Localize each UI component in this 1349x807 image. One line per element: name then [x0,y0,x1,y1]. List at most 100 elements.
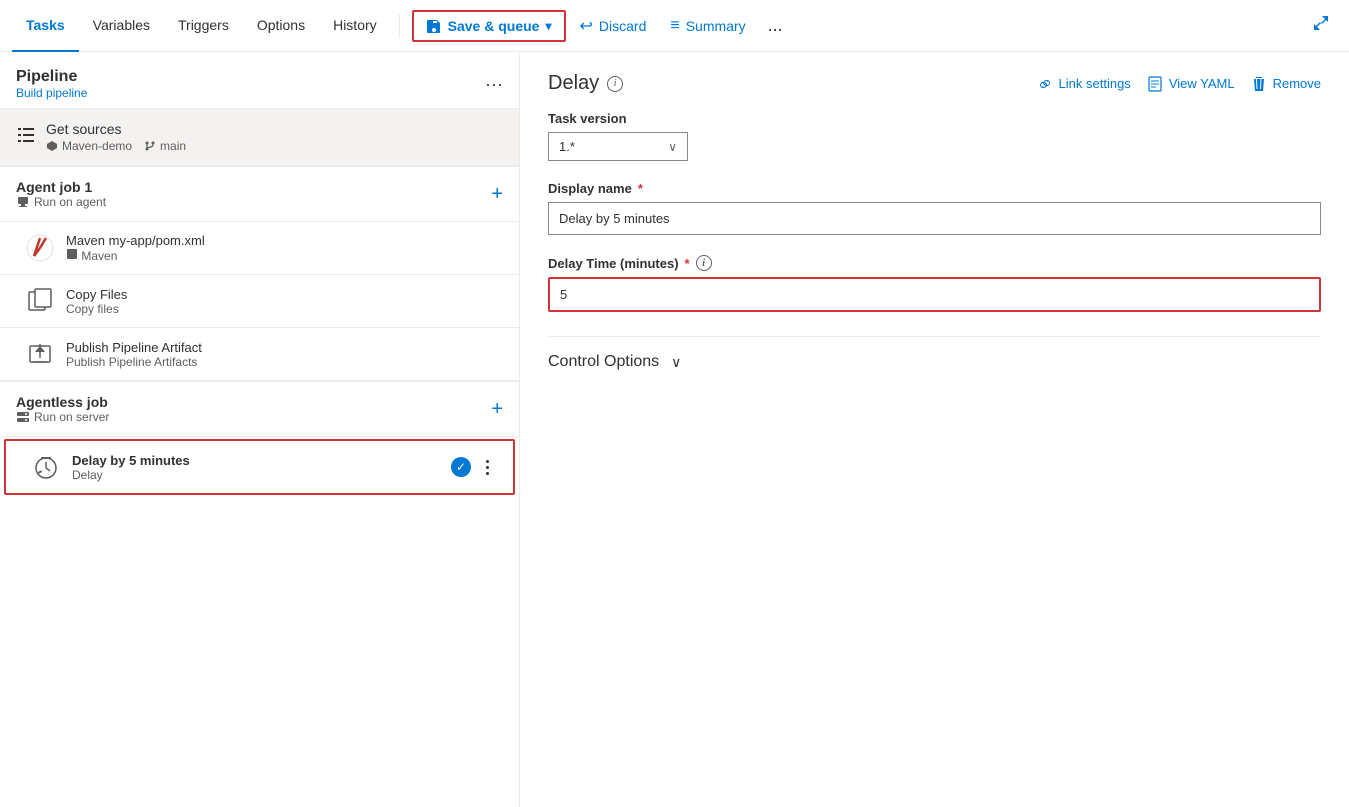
task-title-info-icon[interactable]: i [607,76,623,92]
add-task-agent-job-1-button[interactable]: + [491,183,503,206]
list-icon [16,125,36,150]
delay-time-info-icon[interactable]: i [696,255,712,271]
copy-files-task-name: Copy Files [66,287,503,302]
nav-divider [399,14,400,38]
detail-task-actions: Link settings View YAML Remove [1037,76,1321,92]
control-options-label: Control Options [548,353,659,371]
discard-button[interactable]: ↩ Discard [570,10,657,42]
agent-job-1-header: Agent job 1 Run on agent + [0,167,519,222]
delay-task-info: Delay by 5 minutes Delay [72,453,441,482]
get-sources-name: Get sources [46,121,503,137]
display-name-label: Display name * [548,181,1321,196]
agentless-job-name: Agentless job [16,394,109,410]
more-options-button[interactable]: ... [760,9,791,42]
detail-header-row: Delay i Link settings [548,72,1321,95]
publish-artifact-task-name: Publish Pipeline Artifact [66,340,503,355]
agentless-job-header: Agentless job Run on server + [0,382,519,437]
save-icon [426,18,442,34]
display-name-required: * [638,181,643,196]
control-options-row[interactable]: Control Options ∨ [548,336,1321,371]
delay-task-item[interactable]: Delay by 5 minutes Delay ✓ [4,439,515,495]
maven-sub-icon [66,248,78,260]
repo-meta: Maven-demo [46,139,132,153]
tab-history[interactable]: History [319,0,391,52]
get-sources-meta: Maven-demo main [46,139,503,153]
plus-icon: + [491,183,503,205]
link-icon [1037,76,1053,92]
agentless-job-sub: Run on server [16,410,109,424]
delay-time-input[interactable] [548,277,1321,312]
tab-variables[interactable]: Variables [79,0,164,52]
top-nav: Tasks Variables Triggers Options History… [0,0,1349,52]
display-name-input[interactable] [548,202,1321,235]
agent-job-1-info: Agent job 1 Run on agent [16,179,106,209]
task-version-row: Task version 1.* ∨ [548,111,1321,161]
remove-button[interactable]: Remove [1251,76,1321,92]
maven-task-sub: Maven [66,248,503,263]
plus-icon-2: + [491,398,503,420]
copy-files-task-icon [24,285,56,317]
delay-task-icon [30,451,62,483]
branch-meta: main [144,139,186,153]
publish-artifact-task-icon [24,338,56,370]
get-sources-info: Get sources Maven-demo [46,121,503,153]
trash-icon [1251,76,1267,92]
publish-artifact-task-info: Publish Pipeline Artifact Publish Pipeli… [66,340,503,369]
task-version-select: 1.* ∨ [548,132,1321,161]
delay-time-required: * [685,256,690,271]
task-checkmark: ✓ [451,457,471,477]
task-version-dropdown[interactable]: 1.* ∨ [548,132,688,161]
pipeline-subtitle[interactable]: Build pipeline [16,86,87,100]
tab-options[interactable]: Options [243,0,319,52]
pipeline-title: Pipeline [16,68,87,86]
yaml-icon [1147,76,1163,92]
maven-task-icon [24,232,56,264]
copy-files-task-sub: Copy files [66,302,503,316]
delay-task-actions: ✓ [451,457,497,477]
maven-task-name: Maven my-app/pom.xml [66,233,503,248]
delay-task-name: Delay by 5 minutes [72,453,441,468]
dot-1 [486,460,489,463]
publish-artifact-task-item[interactable]: Publish Pipeline Artifact Publish Pipeli… [0,328,519,381]
copy-files-task-item[interactable]: Copy Files Copy files [0,275,519,328]
detail-task-title: Delay i [548,72,623,95]
expand-icon [1313,15,1329,31]
agent-job-1-name: Agent job 1 [16,179,106,195]
task-context-menu-button[interactable] [477,457,497,477]
tab-triggers[interactable]: Triggers [164,0,243,52]
delay-time-row: Delay Time (minutes) * i [548,255,1321,312]
repo-icon [46,140,58,152]
agent-icon [16,195,30,209]
display-name-row: Display name * [548,181,1321,235]
check-icon: ✓ [456,460,466,474]
pipeline-info: Pipeline Build pipeline [16,68,87,100]
pipeline-header: Pipeline Build pipeline ··· [0,52,519,109]
dot-3 [486,472,489,475]
task-version-label: Task version [548,111,1321,126]
pipeline-more-button[interactable]: ··· [485,74,503,95]
get-sources-item[interactable]: Get sources Maven-demo [0,109,519,166]
agent-job-1-sub: Run on agent [16,195,106,209]
branch-icon [144,140,156,152]
expand-button[interactable] [1305,9,1337,42]
add-task-agentless-job-button[interactable]: + [491,398,503,421]
agentless-job-info: Agentless job Run on server [16,394,109,424]
tab-tasks[interactable]: Tasks [12,0,79,52]
delay-task-sub: Delay [72,468,441,482]
server-icon [16,410,30,424]
nav-actions: Save & queue ▾ ↩ Discard ≡ Summary ... [412,9,791,42]
summary-button[interactable]: ≡ Summary [660,11,755,41]
save-queue-button[interactable]: Save & queue ▾ [412,10,566,42]
dot-2 [486,466,489,469]
link-settings-button[interactable]: Link settings [1037,76,1131,92]
control-options-chevron: ∨ [671,354,681,371]
view-yaml-button[interactable]: View YAML [1147,76,1235,92]
copy-files-task-info: Copy Files Copy files [66,287,503,316]
dropdown-chevron: ∨ [668,140,677,154]
main-layout: Pipeline Build pipeline ··· Get sources [0,52,1349,807]
right-panel: Delay i Link settings [520,52,1349,807]
maven-task-item[interactable]: Maven my-app/pom.xml Maven [0,222,519,275]
delay-time-label: Delay Time (minutes) * i [548,255,1321,271]
undo-icon: ↩ [580,16,593,36]
left-panel: Pipeline Build pipeline ··· Get sources [0,52,520,807]
